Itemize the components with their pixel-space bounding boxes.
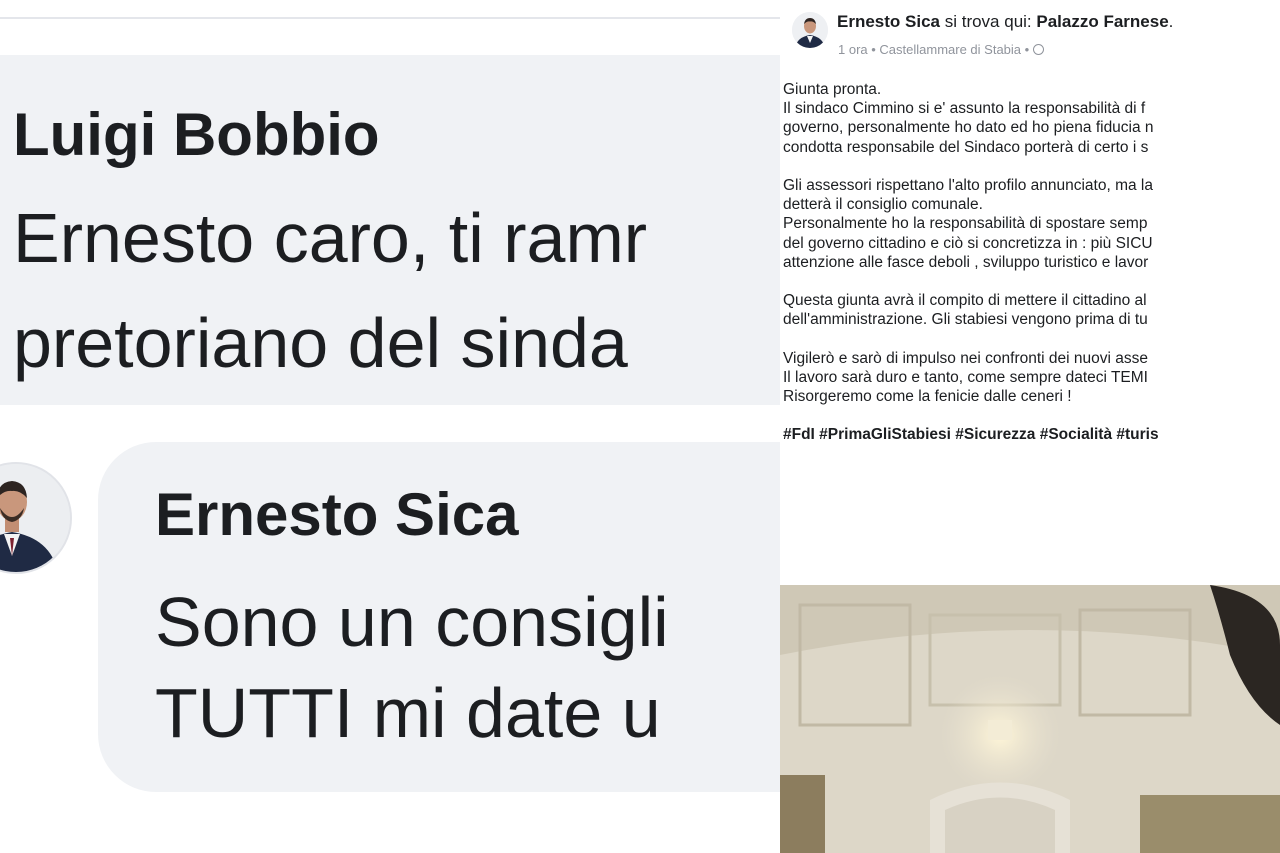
post-text-line: Il lavoro sarà duro e tanto, come sempre… xyxy=(783,368,1148,386)
profile-photo xyxy=(792,12,828,48)
post-text-line: condotta responsabile del Sindaco porter… xyxy=(783,138,1149,156)
post-photo[interactable] xyxy=(780,585,1280,853)
post-text-line: attenzione alle fasce deboli , sviluppo … xyxy=(783,253,1149,271)
post-author-link[interactable]: Ernesto Sica xyxy=(837,12,940,31)
post-text-line: Il sindaco Cimmino si e' assunto la resp… xyxy=(783,100,1146,118)
interior-photo xyxy=(780,585,1280,853)
post-timestamp-location[interactable]: 1 ora • Castellammare di Stabia • xyxy=(838,42,1033,57)
post-header: Ernesto Sica si trova qui: Palazzo Farne… xyxy=(837,12,1173,32)
post-text-line: detterà il consiglio comunale. xyxy=(783,196,983,214)
comment-text: pretoriano del sinda xyxy=(13,304,628,382)
comment-text: Ernesto caro, ti ramr xyxy=(13,199,648,277)
post-body: Giunta pronta. Il sindaco Cimmino si e' a… xyxy=(783,80,1280,445)
post-text-line: Vigilerò e sarò di impulso nei confronti… xyxy=(783,349,1149,367)
location-link[interactable]: Palazzo Farnese xyxy=(1036,12,1168,31)
avatar[interactable] xyxy=(0,462,72,574)
comment-author-name[interactable]: Luigi Bobbio xyxy=(13,100,380,169)
post-text-line: Questa giunta avrà il compito di mettere… xyxy=(783,292,1147,310)
post-text-line: del governo cittadino e ciò si concretiz… xyxy=(783,234,1153,252)
comment-thread-zoom: Luigi Bobbio Ernesto caro, ti ramr preto… xyxy=(0,0,780,853)
divider xyxy=(0,17,780,19)
comment-text: Sono un consigli xyxy=(155,583,669,661)
location-prefix: si trova qui: xyxy=(940,12,1037,31)
comment-author-name[interactable]: Ernesto Sica xyxy=(155,480,519,549)
post-text-line: governo, personalmente ho dato ed ho pie… xyxy=(783,119,1154,137)
globe-icon[interactable] xyxy=(1032,44,1044,55)
comment-text: TUTTI mi date u xyxy=(155,674,661,752)
post-text-line: Risorgeremo come la fenicie dalle ceneri… xyxy=(783,388,1072,405)
avatar[interactable] xyxy=(792,12,828,48)
post-text-line: dell'amministrazione. Gli stabiesi vengo… xyxy=(783,311,1148,329)
post-text-line: Personalmente ho la responsabilità di sp… xyxy=(783,215,1148,233)
post-text-line: Giunta pronta. xyxy=(783,81,882,98)
post-text-line: Gli assessori rispettano l'alto profilo … xyxy=(783,176,1153,194)
facebook-post: Ernesto Sica si trova qui: Palazzo Farne… xyxy=(780,0,1280,853)
profile-photo xyxy=(0,464,70,572)
post-meta: 1 ora • Castellammare di Stabia • xyxy=(838,42,1044,57)
location-suffix: . xyxy=(1168,12,1174,31)
post-hashtags[interactable]: #FdI #PrimaGliStabiesi #Sicurezza #Socia… xyxy=(783,425,1280,444)
